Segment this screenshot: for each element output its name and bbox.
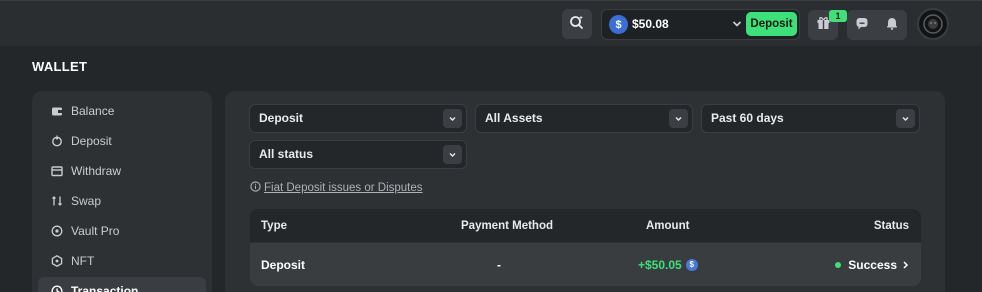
chevron-down-icon[interactable] [732, 16, 742, 35]
deposit-button[interactable]: Deposit [746, 12, 797, 36]
notification-button[interactable] [877, 10, 907, 40]
status-dot [835, 261, 842, 268]
sidebar-item-deposit[interactable]: Deposit [38, 127, 206, 155]
sidebar-item-label: Withdraw [71, 164, 122, 178]
sidebar-item-label: Deposit [71, 134, 112, 148]
chevron-right-icon[interactable] [902, 260, 909, 270]
search-icon [569, 14, 585, 35]
search-button[interactable] [562, 9, 592, 39]
chevron-down-icon [669, 109, 688, 128]
sidebar-item-label: Vault Pro [71, 224, 120, 238]
status-filter-value: All status [259, 147, 314, 161]
row-amount-value: +$50.05 [638, 257, 682, 272]
column-header-type: Type [261, 219, 287, 232]
bell-icon [885, 16, 899, 35]
period-filter-select[interactable]: Past 60 days [701, 104, 920, 133]
type-filter-select[interactable]: Deposit [249, 104, 467, 133]
gift-count-badge: 1 [829, 10, 847, 22]
nft-icon [50, 254, 64, 268]
balance-amount: $50.08 [632, 17, 669, 31]
usdc-coin-icon: $ [609, 15, 628, 34]
sidebar-item-transaction[interactable]: Transaction [38, 277, 206, 292]
sidebar-item-label: Transaction [71, 284, 139, 292]
chevron-down-icon [443, 145, 462, 164]
withdraw-icon [50, 164, 64, 178]
assets-filter-value: All Assets [485, 111, 543, 125]
swap-icon [50, 194, 64, 208]
messages-notifications-group [847, 10, 907, 40]
deposit-icon [50, 134, 64, 148]
transaction-icon [50, 284, 64, 292]
wallet-sidebar: Balance Deposit Withdraw Swap Vault Pro … [32, 91, 212, 292]
chevron-down-icon [443, 109, 462, 128]
lion-avatar-icon [923, 14, 943, 34]
column-header-amount: Amount [646, 219, 690, 232]
column-header-payment-method: Payment Method [461, 219, 554, 232]
row-status-value: Success [848, 257, 897, 272]
sidebar-item-label: NFT [71, 254, 95, 268]
sidebar-item-withdraw[interactable]: Withdraw [38, 157, 206, 185]
usdc-coin-icon: $ [685, 258, 698, 271]
sidebar-item-label: Swap [71, 194, 102, 208]
chat-icon [855, 16, 869, 35]
top-bar: $ $50.08 Deposit 1 [0, 0, 982, 46]
user-avatar[interactable] [917, 8, 949, 40]
sidebar-item-label: Balance [71, 104, 115, 118]
vault-icon [50, 224, 64, 238]
wallet-icon [50, 104, 64, 118]
page-title: WALLET [32, 59, 88, 74]
chat-button[interactable] [847, 10, 877, 40]
info-icon [250, 181, 261, 195]
row-amount: +$50.05 $ [638, 243, 698, 286]
type-filter-value: Deposit [259, 111, 304, 125]
status-filter-select[interactable]: All status [249, 140, 467, 169]
sidebar-item-nft[interactable]: NFT [38, 247, 206, 275]
row-payment-method: - [497, 257, 501, 272]
chevron-down-icon [896, 109, 915, 128]
sidebar-item-vault-pro[interactable]: Vault Pro [38, 217, 206, 245]
sidebar-item-balance[interactable]: Balance [38, 97, 206, 125]
fiat-disputes-link-text: Fiat Deposit issues or Disputes [264, 182, 423, 194]
transactions-table-header: Type Payment Method Amount Status [250, 209, 921, 242]
column-header-status: Status [873, 219, 909, 232]
sidebar-item-swap[interactable]: Swap [38, 187, 206, 215]
row-type: Deposit [261, 257, 306, 272]
fiat-disputes-link[interactable]: Fiat Deposit issues or Disputes [250, 181, 423, 195]
assets-filter-select[interactable]: All Assets [475, 104, 693, 133]
table-row[interactable]: Deposit - +$50.05 $ Success [250, 243, 921, 286]
row-status: Success [835, 243, 909, 286]
period-filter-value: Past 60 days [711, 111, 784, 125]
